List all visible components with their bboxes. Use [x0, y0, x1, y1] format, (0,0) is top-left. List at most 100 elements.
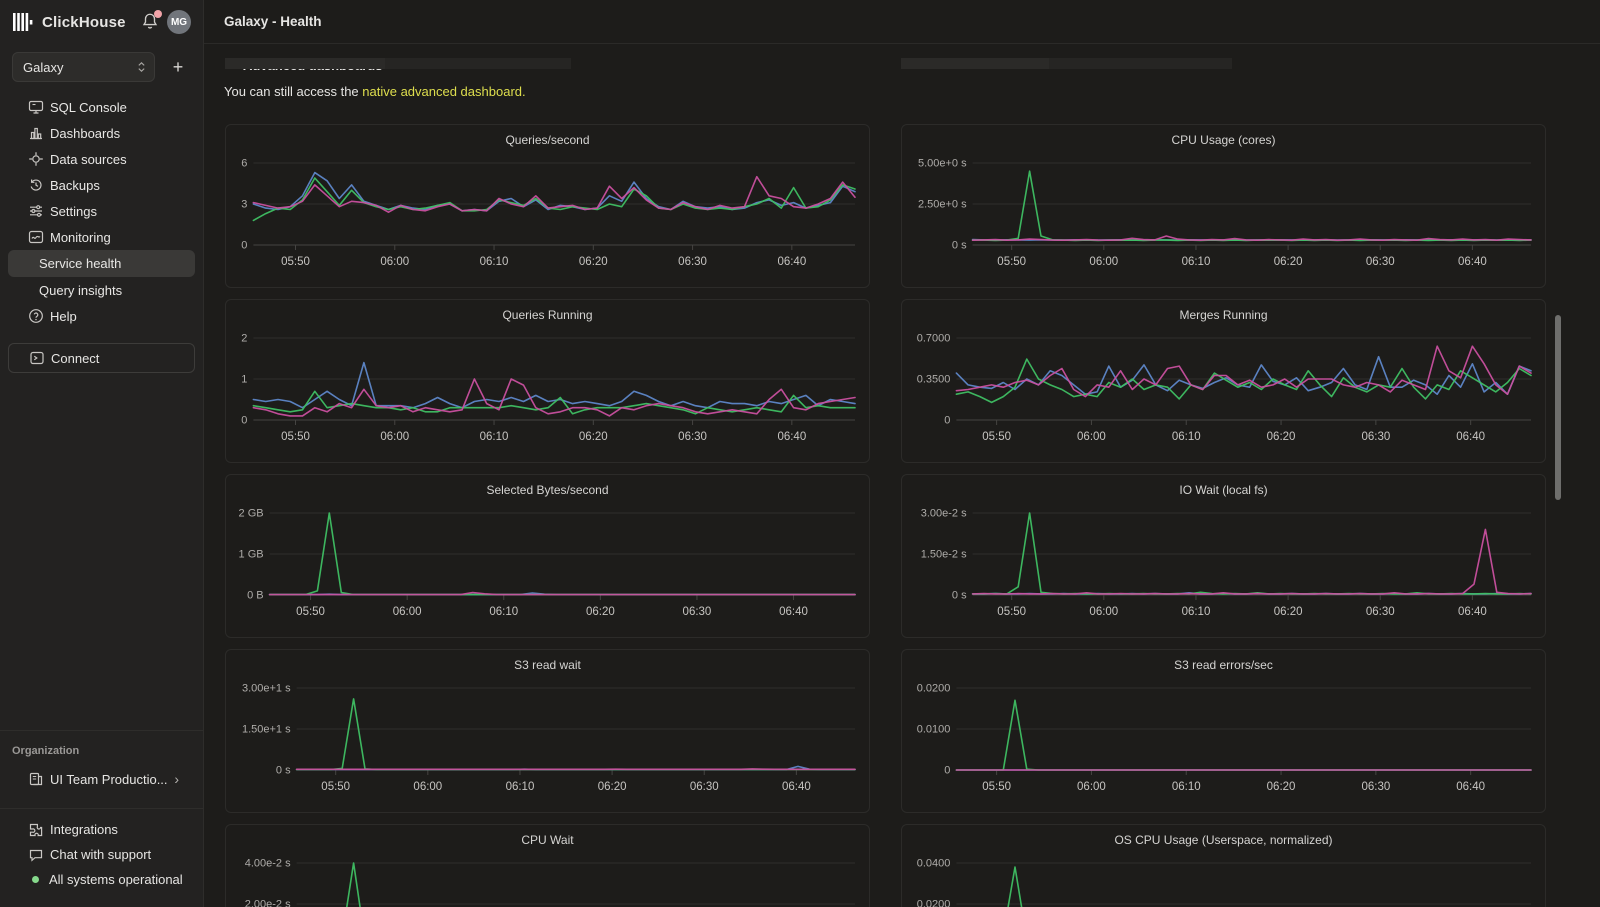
sidebar-item-label: Chat with support [50, 847, 151, 862]
notification-dot [154, 10, 162, 18]
chart-card: S3 read wait3.00e+1 s1.50e+1 s0 s05:5006… [225, 649, 870, 813]
svg-text:06:20: 06:20 [1274, 606, 1303, 618]
chart-plot[interactable]: 0.70000.3500005:5006:0006:1006:2006:3006… [910, 326, 1539, 458]
svg-text:06:20: 06:20 [1274, 256, 1303, 268]
help-icon [28, 308, 44, 324]
svg-text:0 s: 0 s [952, 590, 967, 602]
chart-plot[interactable]: 5.00e+0 s2.50e+0 s0 s05:5006:0006:1006:2… [910, 151, 1539, 283]
organization-switcher[interactable]: UI Team Productio... › [0, 767, 203, 791]
svg-text:0: 0 [944, 415, 950, 427]
sidebar-item-chat-with-support[interactable]: Chat with support [0, 842, 203, 867]
chart-card: Queries/second63005:5006:0006:1006:2006:… [225, 124, 870, 288]
svg-text:5.00e+0 s: 5.00e+0 s [918, 158, 967, 170]
clipped-card-top [901, 58, 1049, 69]
chart-plot[interactable]: 4.00e-2 s2.00e-2 s0 s05:5006:0006:1006:2… [234, 851, 863, 907]
service-selector[interactable]: Galaxy [12, 52, 155, 82]
sidebar-nav: SQL Console Dashboards Data sources Backups… [0, 94, 203, 329]
svg-text:1 GB: 1 GB [239, 549, 264, 561]
svg-text:06:40: 06:40 [1456, 781, 1485, 793]
svg-text:2.00e-2 s: 2.00e-2 s [245, 899, 291, 907]
svg-text:06:10: 06:10 [1182, 606, 1211, 618]
connect-icon [29, 350, 45, 366]
sidebar-item-label: Monitoring [50, 230, 111, 245]
svg-text:06:10: 06:10 [1182, 256, 1211, 268]
chart-title: S3 read wait [226, 658, 869, 672]
chart-title: CPU Usage (cores) [902, 133, 1545, 147]
svg-text:06:00: 06:00 [413, 781, 442, 793]
svg-text:1.50e+1 s: 1.50e+1 s [242, 724, 291, 736]
sidebar-item-dashboards[interactable]: Dashboards [0, 120, 203, 146]
sidebar-header: ClickHouse MG [0, 0, 203, 44]
svg-text:0.0400: 0.0400 [917, 858, 951, 870]
sidebar-item-label: SQL Console [50, 100, 127, 115]
sidebar-item-sql-console[interactable]: SQL Console [0, 94, 203, 120]
svg-text:06:10: 06:10 [480, 431, 509, 443]
chart-plot[interactable]: 2 GB1 GB0 B05:5006:0006:1006:2006:3006:4… [234, 501, 863, 633]
brand-name: ClickHouse [42, 14, 126, 31]
chart-card: Selected Bytes/second2 GB1 GB0 B05:5006:… [225, 474, 870, 638]
svg-text:06:10: 06:10 [1172, 431, 1201, 443]
svg-text:06:40: 06:40 [779, 606, 808, 618]
sidebar-item-label: Settings [50, 204, 97, 219]
vertical-scrollbar[interactable] [1555, 315, 1561, 500]
svg-text:05:50: 05:50 [982, 431, 1011, 443]
native-advanced-dashboard-link[interactable]: native advanced dashboard. [362, 84, 525, 99]
sidebar-item-query-insights[interactable]: Query insights [0, 277, 203, 303]
data-sources-icon [28, 151, 44, 167]
svg-text:1: 1 [241, 374, 247, 386]
sidebar-item-label: Integrations [50, 822, 118, 837]
sidebar-item-label: All systems operational [49, 872, 183, 887]
chart-plot[interactable]: 0.04000.0200005:5006:0006:1006:2006:3006… [910, 851, 1539, 907]
svg-text:06:00: 06:00 [1089, 256, 1118, 268]
svg-text:06:10: 06:10 [480, 256, 509, 268]
svg-text:2.50e+0 s: 2.50e+0 s [918, 199, 967, 211]
chart-plot[interactable]: 3.00e+1 s1.50e+1 s0 s05:5006:0006:1006:2… [234, 676, 863, 808]
avatar[interactable]: MG [167, 10, 191, 34]
notifications-bell-icon[interactable] [141, 12, 161, 32]
sidebar: ClickHouse MG Galaxy + SQL Console Dashbo… [0, 0, 204, 907]
chart-plot[interactable]: 3.00e-2 s1.50e-2 s0 s05:5006:0006:1006:2… [910, 501, 1539, 633]
chart-title: Selected Bytes/second [226, 483, 869, 497]
chart-title: Merges Running [902, 308, 1545, 322]
sidebar-item-help[interactable]: Help [0, 303, 203, 329]
svg-text:06:20: 06:20 [579, 256, 608, 268]
svg-text:06:00: 06:00 [380, 256, 409, 268]
chart-card: CPU Usage (cores)5.00e+0 s2.50e+0 s0 s05… [901, 124, 1546, 288]
chart-card: IO Wait (local fs)3.00e-2 s1.50e-2 s0 s0… [901, 474, 1546, 638]
svg-text:06:30: 06:30 [1361, 781, 1390, 793]
svg-text:05:50: 05:50 [281, 431, 310, 443]
svg-text:06:30: 06:30 [678, 431, 707, 443]
svg-text:06:10: 06:10 [506, 781, 535, 793]
sidebar-item-label: Data sources [50, 152, 127, 167]
main-content: Advanced dashboards You can still access… [204, 58, 1600, 907]
sidebar-item-all-systems-operational[interactable]: All systems operational [0, 867, 203, 892]
chart-plot[interactable]: 21005:5006:0006:1006:2006:3006:40 [234, 326, 863, 458]
svg-text:06:40: 06:40 [1456, 431, 1485, 443]
svg-text:05:50: 05:50 [281, 256, 310, 268]
svg-text:06:20: 06:20 [1267, 781, 1296, 793]
sidebar-item-service-health[interactable]: Service health [8, 250, 195, 277]
svg-text:0 s: 0 s [952, 240, 967, 252]
sidebar-item-data-sources[interactable]: Data sources [0, 146, 203, 172]
chart-plot[interactable]: 63005:5006:0006:1006:2006:3006:40 [234, 151, 863, 283]
chart-plot[interactable]: 0.02000.0100005:5006:0006:1006:2006:3006… [910, 676, 1539, 808]
sidebar-item-monitoring[interactable]: Monitoring [0, 224, 203, 250]
status-dot [32, 876, 39, 883]
svg-text:0.0200: 0.0200 [917, 683, 951, 695]
chart-card: CPU Wait4.00e-2 s2.00e-2 s0 s05:5006:000… [225, 824, 870, 907]
connect-button[interactable]: Connect [8, 343, 195, 373]
organization-section: Organization UI Team Productio... › [0, 730, 203, 791]
sidebar-item-settings[interactable]: Settings [0, 198, 203, 224]
organization-label: Organization [12, 745, 203, 757]
sidebar-item-integrations[interactable]: Integrations [0, 817, 203, 842]
svg-text:06:20: 06:20 [586, 606, 615, 618]
charts-grid: Queries/second63005:5006:0006:1006:2006:… [225, 124, 1600, 907]
page-title: Galaxy - Health [224, 14, 322, 29]
svg-text:0 s: 0 s [276, 765, 291, 777]
svg-text:06:10: 06:10 [489, 606, 518, 618]
sidebar-item-backups[interactable]: Backups [0, 172, 203, 198]
clipped-card-top [1049, 58, 1232, 69]
sidebar-item-label: Backups [50, 178, 100, 193]
service-selector-value: Galaxy [23, 60, 63, 75]
add-service-button[interactable]: + [165, 54, 191, 80]
